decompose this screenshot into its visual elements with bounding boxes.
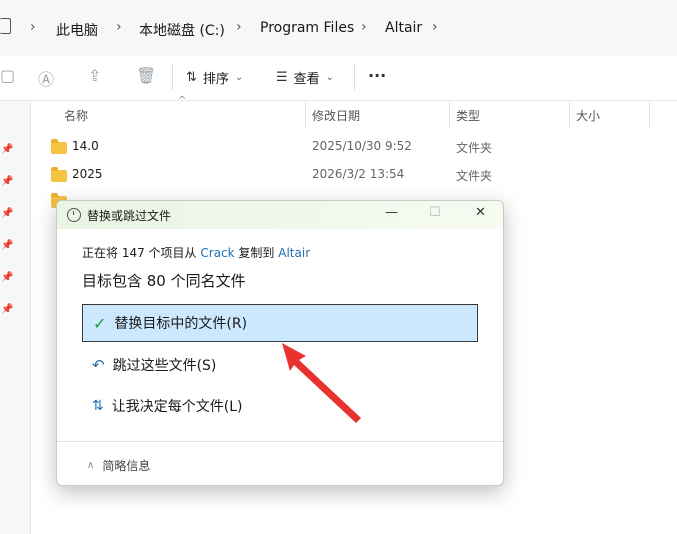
red-arrow-shape (282, 343, 361, 423)
annotation-arrow (282, 343, 361, 423)
